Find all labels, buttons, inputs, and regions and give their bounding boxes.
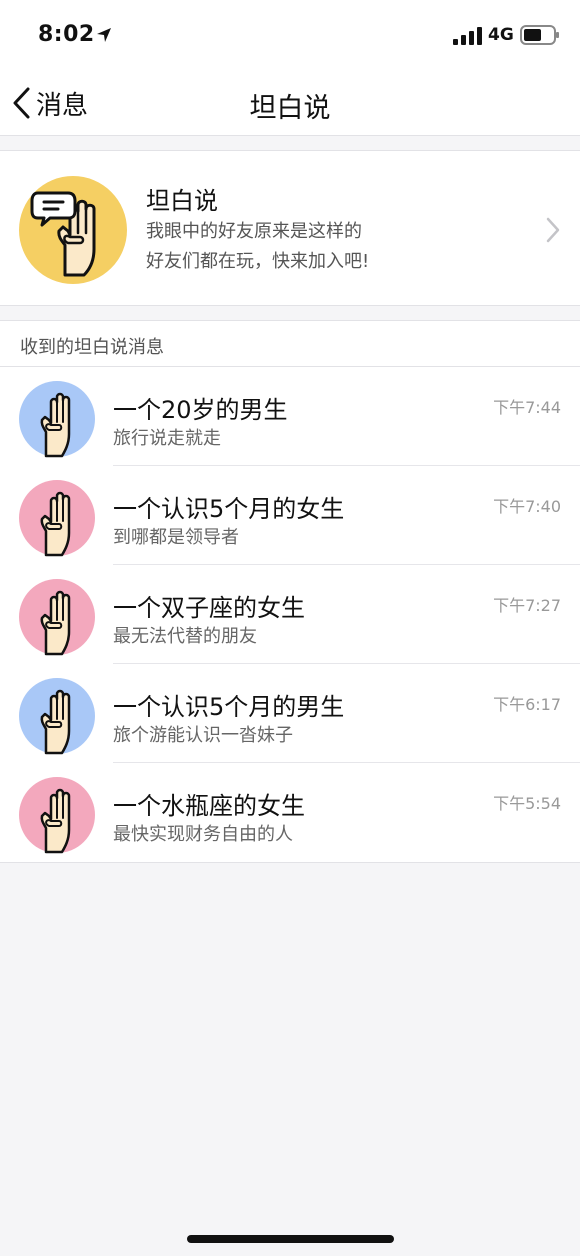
- chevron-right-icon: [546, 217, 560, 243]
- message-title: 一个20岁的男生: [113, 396, 288, 424]
- message-row[interactable]: 一个双子座的女生 最无法代替的朋友 下午7:27: [0, 565, 580, 664]
- message-subtitle: 旅个游能认识一沓妹子: [113, 725, 293, 746]
- section-header: 收到的坦白说消息: [0, 320, 580, 367]
- message-title: 一个水瓶座的女生: [113, 792, 305, 820]
- message-subtitle: 旅行说走就走: [113, 428, 221, 449]
- message-row[interactable]: 一个20岁的男生 旅行说走就走 下午7:44: [0, 367, 580, 466]
- message-title: 一个认识5个月的女生: [113, 495, 345, 523]
- message-time: 下午7:40: [493, 497, 561, 516]
- feature-entry[interactable]: 坦白说 我眼中的好友原来是这样的 好友们都在玩，快来加入吧!: [0, 150, 580, 306]
- message-title: 一个认识5个月的男生: [113, 693, 345, 721]
- status-bar: 8:02 4G: [0, 0, 580, 70]
- hand-avatar-icon: [19, 381, 95, 458]
- screen: 8:02 4G 消息 坦白说 坦白说 我眼中的好友原来是这样的 好友们都在玩，快…: [0, 0, 580, 1256]
- hand-avatar-icon: [19, 777, 95, 854]
- message-time: 下午6:17: [493, 695, 561, 714]
- message-list: 一个20岁的男生 旅行说走就走 下午7:44 一个认识5个月的女生 到哪都是领导…: [0, 367, 580, 863]
- hand-speech-bubble-icon: [19, 176, 127, 284]
- hand-avatar-icon: [19, 579, 95, 656]
- network-label: 4G: [488, 25, 514, 45]
- message-time: 下午7:27: [493, 596, 561, 615]
- battery-icon: [520, 25, 559, 45]
- nav-bar: 消息 坦白说: [0, 70, 580, 136]
- location-arrow-icon: [97, 28, 111, 42]
- status-time: 8:02: [38, 22, 95, 47]
- message-row[interactable]: 一个认识5个月的女生 到哪都是领导者 下午7:40: [0, 466, 580, 565]
- message-title: 一个双子座的女生: [113, 594, 305, 622]
- hand-avatar-icon: [19, 678, 95, 755]
- message-subtitle: 到哪都是领导者: [113, 527, 239, 548]
- signal-bars-icon: [453, 27, 482, 45]
- message-row[interactable]: 一个水瓶座的女生 最快实现财务自由的人 下午5:54: [0, 763, 580, 862]
- hand-avatar-icon: [19, 480, 95, 557]
- feature-description: 我眼中的好友原来是这样的: [146, 221, 362, 242]
- message-time: 下午5:54: [493, 794, 561, 813]
- feature-invite-text: 好友们都在玩，快来加入吧!: [146, 251, 370, 272]
- section-header-label: 收到的坦白说消息: [20, 337, 164, 358]
- message-row[interactable]: 一个认识5个月的男生 旅个游能认识一沓妹子 下午6:17: [0, 664, 580, 763]
- message-subtitle: 最快实现财务自由的人: [113, 824, 293, 845]
- message-subtitle: 最无法代替的朋友: [113, 626, 257, 647]
- home-indicator: [187, 1235, 394, 1243]
- message-time: 下午7:44: [493, 398, 561, 417]
- feature-title: 坦白说: [146, 187, 218, 215]
- page-title: 坦白说: [249, 93, 331, 124]
